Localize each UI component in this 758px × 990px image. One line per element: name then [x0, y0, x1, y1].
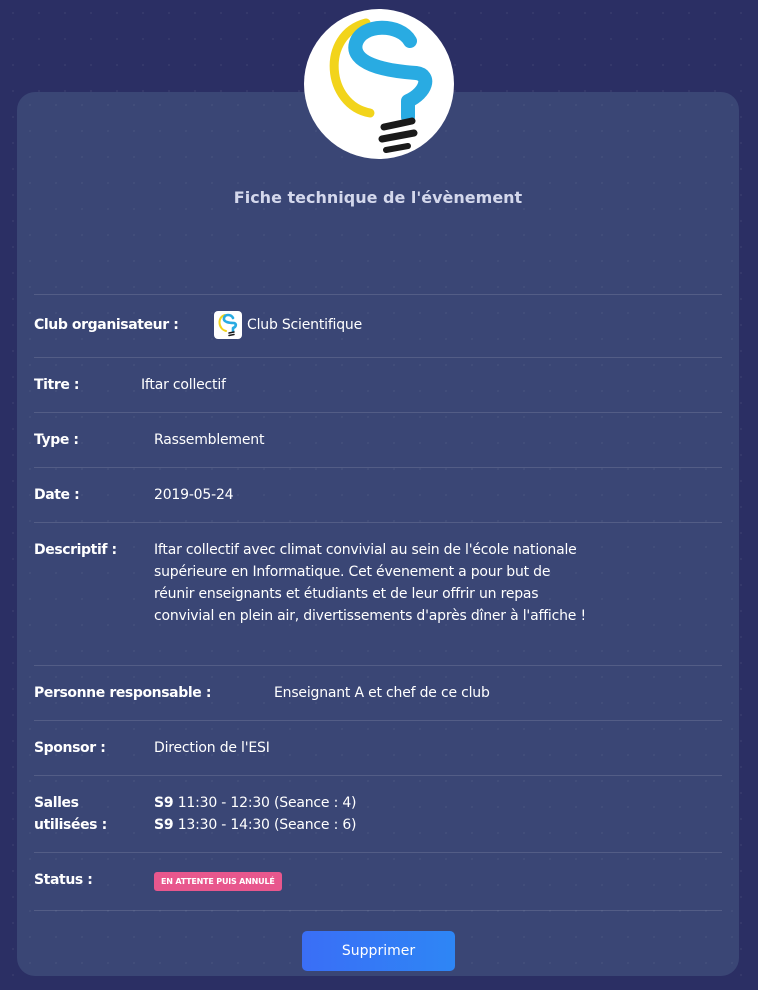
row-title: Titre : Iftar collectif — [34, 374, 722, 396]
status-badge: EN ATTENTE PUIS ANNULÉ — [154, 872, 282, 891]
divider — [34, 357, 722, 358]
divider — [34, 852, 722, 853]
divider — [34, 665, 722, 666]
club-logo-icon — [214, 311, 242, 339]
room-entry: S9 13:30 - 14:30 (Seance : 6) — [154, 814, 357, 836]
status-value: EN ATTENTE PUIS ANNULÉ — [154, 869, 282, 891]
divider — [34, 294, 722, 295]
club-logo-circle — [304, 9, 454, 159]
type-label: Type : — [34, 432, 79, 448]
description-label: Descriptif : — [34, 542, 117, 558]
club-value[interactable]: Club Scientifique — [214, 311, 362, 339]
room-entry: S9 11:30 - 12:30 (Seance : 4) — [154, 792, 357, 814]
type-value: Rassemblement — [154, 432, 265, 448]
event-details-card: Fiche technique de l'évènement Club orga… — [17, 92, 739, 976]
delete-button[interactable]: Supprimer — [302, 931, 455, 971]
lightbulb-logo-icon — [329, 18, 433, 153]
rooms-label-line-2: utilisées : — [34, 817, 107, 833]
row-description: Descriptif : Iftar collectif avec climat… — [34, 539, 722, 649]
club-name: Club Scientifique — [247, 317, 363, 333]
room-name: S9 — [154, 817, 174, 833]
card-title: Fiche technique de l'évènement — [233, 188, 523, 207]
room-time: 13:30 - 14:30 (Seance : 6) — [177, 817, 357, 833]
rooms-list: S9 11:30 - 12:30 (Seance : 4) S9 13:30 -… — [154, 792, 357, 836]
rooms-label: Salles utilisées : — [34, 792, 107, 836]
date-value: 2019-05-24 — [154, 487, 234, 503]
date-label: Date : — [34, 487, 80, 503]
title-value: Iftar collectif — [141, 377, 226, 393]
divider — [34, 775, 722, 776]
row-status: Status : EN ATTENTE PUIS ANNULÉ — [34, 869, 722, 891]
divider — [34, 522, 722, 523]
responsible-label: Personne responsable : — [34, 685, 212, 701]
row-date: Date : 2019-05-24 — [34, 484, 722, 506]
status-label: Status : — [34, 872, 93, 888]
room-name: S9 — [154, 795, 174, 811]
row-sponsor: Sponsor : Direction de l'ESI — [34, 737, 722, 759]
description-value: Iftar collectif avec climat convivial au… — [154, 542, 586, 624]
rooms-label-line-1: Salles — [34, 795, 79, 811]
divider — [34, 720, 722, 721]
responsible-value: Enseignant A et chef de ce club — [274, 685, 490, 701]
row-rooms: Salles utilisées : S9 11:30 - 12:30 (Sea… — [34, 792, 722, 836]
divider — [34, 467, 722, 468]
title-label: Titre : — [34, 377, 80, 393]
sponsor-value: Direction de l'ESI — [154, 740, 270, 756]
room-time: 11:30 - 12:30 (Seance : 4) — [177, 795, 357, 811]
row-responsible: Personne responsable : Enseignant A et c… — [34, 682, 722, 704]
sponsor-label: Sponsor : — [34, 740, 106, 756]
row-club: Club organisateur : Club Scientifique — [34, 311, 722, 342]
divider — [34, 412, 722, 413]
row-type: Type : Rassemblement — [34, 429, 722, 451]
divider — [34, 910, 722, 911]
club-label: Club organisateur : — [34, 317, 179, 333]
